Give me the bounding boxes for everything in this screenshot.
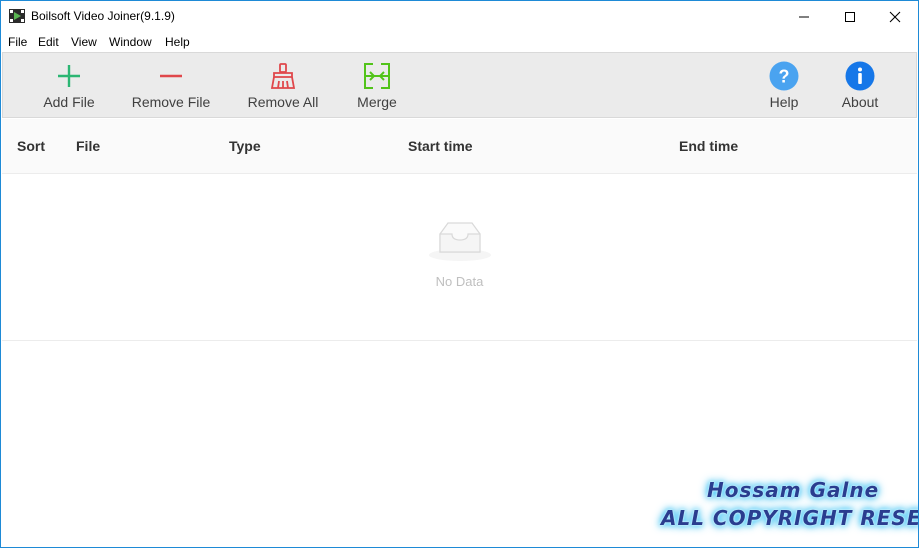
menu-file[interactable]: File <box>8 35 27 49</box>
remove-file-button[interactable]: Remove File <box>131 53 211 117</box>
maximize-button[interactable] <box>827 1 873 32</box>
app-window: Boilsoft Video Joiner(9.1.9) File Edit V… <box>0 0 919 548</box>
about-button[interactable]: About <box>835 53 885 117</box>
maximize-icon <box>845 11 855 22</box>
menu-window[interactable]: Window <box>109 35 152 49</box>
table-header: Sort File Type Start time End time <box>2 119 917 174</box>
empty-state-text: No Data <box>435 274 484 289</box>
merge-button[interactable]: Merge <box>351 53 403 117</box>
merge-icon <box>362 61 392 91</box>
inbox-icon <box>429 222 491 261</box>
svg-text:?: ? <box>779 67 790 87</box>
question-icon: ? <box>769 61 799 91</box>
minimize-button[interactable] <box>781 1 827 32</box>
broom-icon <box>268 61 298 91</box>
toolbar: Add File Remove File Remove All Merge ? … <box>2 52 917 118</box>
remove-all-button[interactable]: Remove All <box>245 53 321 117</box>
help-button[interactable]: ? Help <box>759 53 809 117</box>
menu-help[interactable]: Help <box>165 35 190 49</box>
add-file-button[interactable]: Add File <box>39 53 99 117</box>
menu-view[interactable]: View <box>71 35 97 49</box>
column-end-time[interactable]: End time <box>679 138 738 154</box>
merge-label: Merge <box>357 94 397 110</box>
add-file-label: Add File <box>43 94 95 110</box>
title-bar[interactable]: Boilsoft Video Joiner(9.1.9) <box>1 1 918 32</box>
remove-all-label: Remove All <box>247 94 319 110</box>
menu-bar: File Edit View Window Help <box>1 32 918 52</box>
watermark-line-1: Hossam Galne <box>707 478 880 502</box>
plus-icon <box>54 61 84 91</box>
about-label: About <box>841 94 879 110</box>
close-icon <box>889 11 901 22</box>
remove-file-label: Remove File <box>131 94 211 110</box>
column-start-time[interactable]: Start time <box>408 138 473 154</box>
app-logo-icon <box>9 9 25 23</box>
table-body: No Data <box>2 174 917 341</box>
minus-icon <box>156 61 186 91</box>
column-sort[interactable]: Sort <box>17 138 45 154</box>
column-type[interactable]: Type <box>229 138 261 154</box>
close-button[interactable] <box>872 1 918 32</box>
help-label: Help <box>769 94 799 110</box>
menu-edit[interactable]: Edit <box>38 35 59 49</box>
watermark-line-2: ALL COPYRIGHT RESERVED <box>661 506 919 530</box>
window-title: Boilsoft Video Joiner(9.1.9) <box>31 9 175 23</box>
info-icon <box>845 61 875 91</box>
minimize-icon <box>799 16 809 17</box>
column-file[interactable]: File <box>76 138 100 154</box>
